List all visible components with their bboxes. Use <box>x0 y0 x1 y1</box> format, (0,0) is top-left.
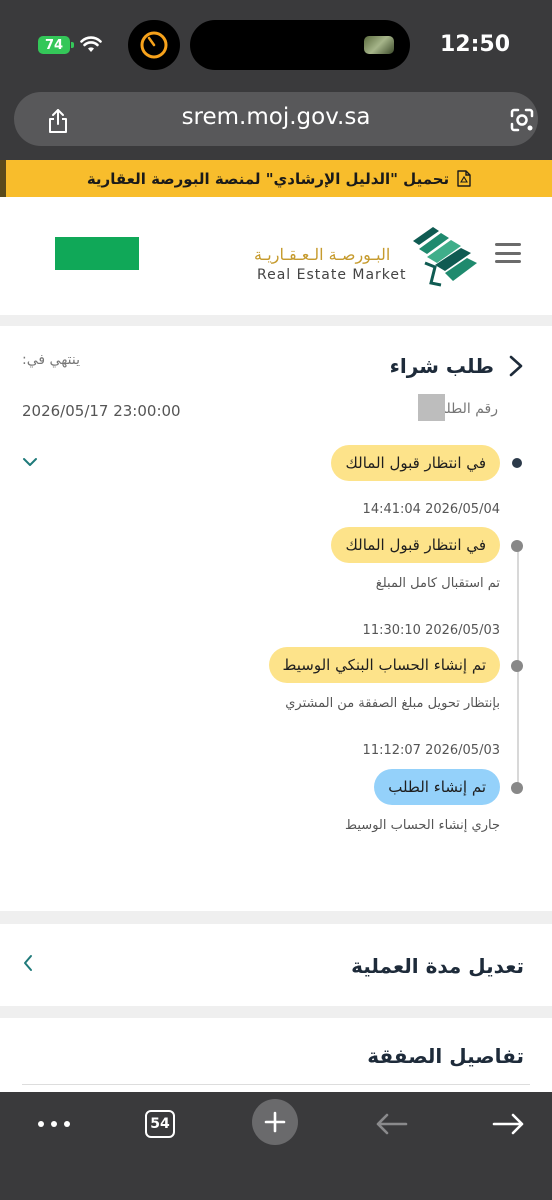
expiry-date: 2026/05/17 23:00:00 <box>22 402 181 420</box>
clock: 12:50 <box>440 32 511 57</box>
timeline-timestamp: 14:41:04 2026/05/04 <box>362 502 500 517</box>
current-status-text: في انتظار قبول المالك <box>345 454 486 472</box>
edit-duration-title[interactable]: تعديل مدة العملية <box>351 954 524 978</box>
deal-details-title: تفاصيل الصفقة <box>367 1044 524 1068</box>
timeline-dot <box>511 782 523 794</box>
url-text[interactable]: srem.moj.gov.sa <box>0 104 552 130</box>
battery-tip <box>71 42 74 48</box>
forward-button[interactable] <box>490 1106 526 1142</box>
back-button[interactable] <box>374 1106 410 1142</box>
timeline-status-badge: تم إنشاء الحساب البنكي الوسيط <box>268 647 500 683</box>
chevron-down-icon[interactable] <box>22 456 38 468</box>
arrow-left-icon <box>376 1113 408 1135</box>
timeline-dot <box>511 660 523 672</box>
battery-level: 74 <box>44 37 64 53</box>
purchase-request-card: طلب شراء ينتهي في: رقم الطلب 2026/05/17 … <box>0 326 552 911</box>
more-options-button[interactable] <box>36 1106 72 1142</box>
edit-duration-section[interactable]: تعديل مدة العملية <box>0 924 552 1006</box>
timeline-timestamp: 11:30:10 2026/05/03 <box>362 623 500 638</box>
browser-toolbar: 54 <box>0 1092 552 1200</box>
pdf-icon <box>457 170 471 187</box>
timeline-status-badge: في انتظار قبول المالك <box>331 527 500 563</box>
site-header: البـورصـة الـعـقـاريـة Real Estate Marke… <box>0 197 552 315</box>
current-status-dot <box>512 458 522 468</box>
live-activity[interactable] <box>128 20 180 70</box>
current-status-badge: في انتظار قبول المالك <box>331 445 500 481</box>
timeline-timestamp: 11:12:07 2026/05/03 <box>362 743 500 758</box>
timeline-note: بإنتظار تحويل مبلغ الصفقة من المشتري <box>285 696 500 711</box>
tabs-button[interactable]: 54 <box>144 1106 176 1142</box>
battery-indicator: 74 <box>38 36 70 54</box>
timeline-status-text: تم إنشاء الطلب <box>388 778 486 796</box>
chevron-left-icon[interactable] <box>22 954 34 972</box>
dynamic-island <box>190 20 410 70</box>
arrow-right-icon <box>492 1113 524 1135</box>
timeline-status-text: في انتظار قبول المالك <box>345 536 486 554</box>
real-estate-market-logo-icon[interactable] <box>405 223 485 289</box>
timer-icon <box>140 31 168 59</box>
timeline-dot <box>511 540 523 552</box>
wifi-icon <box>80 36 102 52</box>
timeline-note: جاري إنشاء الحساب الوسيط <box>345 818 500 833</box>
deal-details-section: تفاصيل الصفقة <box>0 1018 552 1092</box>
new-tab-button[interactable] <box>252 1099 298 1145</box>
status-bar: 74 12:50 <box>0 0 552 90</box>
partner-logo <box>55 237 139 270</box>
logo-text-arabic: البـورصـة الـعـقـاريـة <box>254 245 391 264</box>
chevron-right-icon[interactable] <box>508 354 524 378</box>
expires-label: ينتهي في: <box>22 352 80 368</box>
logo-text-english: Real Estate Market <box>257 267 407 283</box>
browser-address-area: srem.moj.gov.sa <box>0 90 552 160</box>
page-title: طلب شراء <box>389 354 494 378</box>
guide-download-banner[interactable]: تحميل "الدليل الإرشادي" لمنصة البورصة ال… <box>0 160 552 197</box>
media-thumbnail <box>364 36 394 54</box>
divider <box>22 1084 530 1085</box>
order-number-redacted <box>418 394 445 421</box>
plus-icon[interactable] <box>252 1099 298 1145</box>
timeline-note: تم استقبال كامل المبلغ <box>375 576 500 591</box>
timeline-status-text: تم إنشاء الحساب البنكي الوسيط <box>282 656 486 674</box>
menu-icon[interactable] <box>495 243 521 263</box>
banner-text[interactable]: تحميل "الدليل الإرشادي" لمنصة البورصة ال… <box>87 170 449 188</box>
tabs-count[interactable]: 54 <box>145 1110 175 1138</box>
more-icon <box>38 1121 70 1127</box>
timeline-status-badge: تم إنشاء الطلب <box>374 769 500 805</box>
